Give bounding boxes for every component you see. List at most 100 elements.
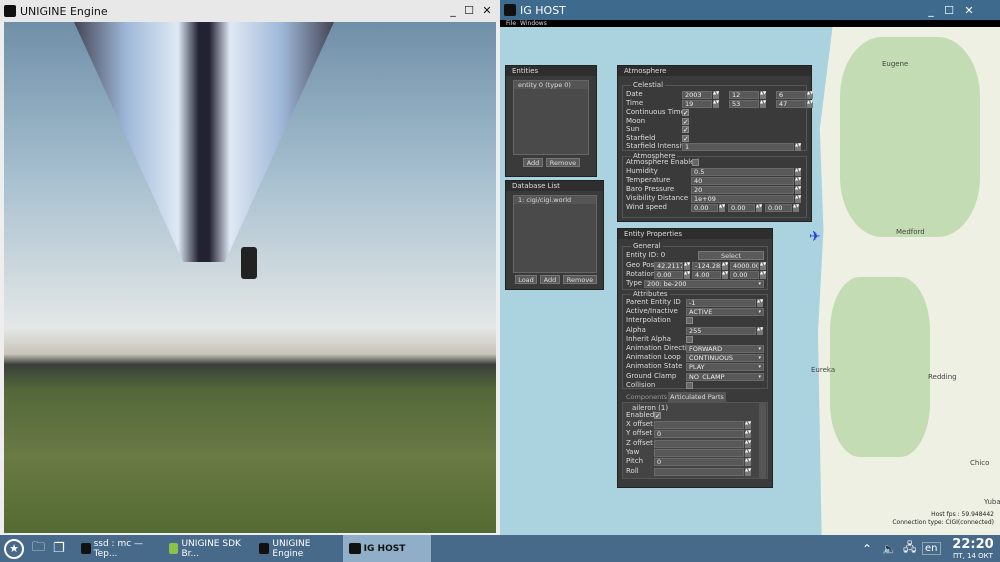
offset-field[interactable] [654,448,744,457]
starfield-intensity-field[interactable]: 1 [682,143,794,151]
offset-field[interactable] [654,421,744,429]
spinner-arrows[interactable]: ▲▼ [760,91,766,99]
spinner-arrows[interactable]: ▲▼ [684,271,690,279]
rotation-field[interactable]: 0.00 [730,271,759,279]
volume-icon[interactable]: 🔈 [882,542,897,556]
attribute-checkbox[interactable] [686,335,693,343]
date-field[interactable]: 6 [776,91,806,99]
menu-windows[interactable]: Windows [520,20,547,27]
spinner-arrows[interactable]: ▲▼ [719,204,725,212]
spinner-arrows[interactable]: ▲▼ [807,91,813,99]
menu-file[interactable]: File [506,20,516,27]
window-switcher-icon[interactable]: ❐ [53,541,65,556]
offset-field[interactable]: 0 [654,458,744,467]
tray-expand-icon[interactable]: ⌃ [862,542,872,556]
tab-articulated-parts[interactable]: Articulated Parts [668,392,726,402]
maximize-button[interactable]: ☐ [462,4,476,17]
clock[interactable]: 22:20 ПТ, 14 ОКТ [950,537,996,560]
spinner-arrows[interactable]: ▲▼ [745,421,751,429]
geo-pos-field[interactable]: 42.21178 [654,262,683,270]
keyboard-layout[interactable]: en [922,542,941,555]
maximize-button[interactable]: ☐ [942,4,956,17]
attribute-field[interactable]: -1 [686,299,756,307]
date-field[interactable]: 2003 [682,91,712,99]
list-item[interactable]: 1: cigi/cigi.world [514,196,596,204]
attribute-select[interactable]: PLAY ▾ [686,363,764,372]
add-database-button[interactable]: Add [540,275,560,284]
checkbox[interactable]: ✓ [682,109,689,117]
enabled-checkbox[interactable]: ✓ [654,412,661,420]
checkbox[interactable]: ✓ [682,126,689,134]
network-icon[interactable]: 🖧 [903,538,916,559]
scrollbar[interactable] [759,403,766,478]
spinner-arrows[interactable]: ▲▼ [722,262,728,270]
close-button[interactable]: ✕ [480,4,494,17]
time-field[interactable]: 19 [682,100,712,108]
time-field[interactable]: 47 [776,100,806,108]
spinner-arrows[interactable]: ▲▼ [757,326,763,335]
list-item[interactable]: entity 0 (type 0) [514,81,588,89]
attribute-select[interactable]: CONTINUOUS ▾ [686,354,764,363]
attribute-select[interactable]: ACTIVE ▾ [686,308,764,317]
close-button[interactable]: ✕ [962,4,976,17]
spinner-arrows[interactable]: ▲▼ [795,186,801,194]
database-list[interactable]: 1: cigi/cigi.world [513,195,597,273]
spinner-arrows[interactable]: ▲▼ [756,204,762,212]
app-launcher-icon[interactable]: ★ [4,538,24,559]
field-input[interactable]: 0.5 [691,168,794,176]
type-select[interactable]: 200: be-200 ▾ [644,280,764,288]
atmosphere-enabled-checkbox[interactable] [692,159,699,166]
geo-pos-field[interactable]: 4000.000 [730,262,759,270]
wind-speed-field[interactable]: 0.00 [765,204,792,212]
spinner-arrows[interactable]: ▲▼ [684,262,690,270]
rotation-field[interactable]: 0.00 [654,271,683,279]
spinner-arrows[interactable]: ▲▼ [760,271,766,279]
taskbar-item-ig-host[interactable]: IG HOST [342,535,431,562]
date-field[interactable]: 12 [729,91,759,99]
load-button[interactable]: Load [515,275,537,284]
field-input[interactable]: 40 [691,177,794,185]
offset-field[interactable]: 0 [654,430,744,439]
spinner-arrows[interactable]: ▲▼ [793,204,799,212]
checkbox[interactable]: ✓ [682,134,689,142]
taskbar-item-sdk-browser[interactable]: UNIGINE SDK Br... [163,535,253,562]
minimize-button[interactable]: _ [924,4,938,17]
attribute-checkbox[interactable] [686,381,693,389]
minimize-button[interactable]: _ [446,4,460,17]
spinner-arrows[interactable]: ▲▼ [795,177,801,185]
attribute-select[interactable]: NO_CLAMP ▾ [686,372,764,381]
time-field[interactable]: 53 [729,100,759,108]
spinner-arrows[interactable]: ▲▼ [745,448,751,457]
file-manager-icon[interactable]: 🗀 [32,538,45,560]
attribute-select[interactable]: FORWARD ▾ [686,345,764,353]
airplane-icon[interactable]: ✈ [809,229,821,245]
attribute-checkbox[interactable] [686,317,693,325]
remove-entity-button[interactable]: Remove [546,158,580,167]
spinner-arrows[interactable]: ▲▼ [795,143,801,151]
spinner-arrows[interactable]: ▲▼ [760,262,766,270]
remove-database-button[interactable]: Remove [563,275,597,284]
tab-components[interactable]: Components [624,392,669,402]
spinner-arrows[interactable]: ▲▼ [745,467,751,476]
taskbar-item-unigine-engine[interactable]: UNIGINE Engine [253,535,343,562]
3d-viewport[interactable] [4,22,496,533]
attribute-field[interactable]: 255 [686,326,756,335]
offset-field[interactable] [654,439,744,448]
spinner-arrows[interactable]: ▲▼ [745,458,751,467]
taskbar-item-terminal[interactable]: ssd : mc — Tep... [75,535,163,562]
wind-speed-field[interactable]: 0.00 [691,204,718,212]
spinner-arrows[interactable]: ▲▼ [795,168,801,176]
rotation-field[interactable]: 4.00 [692,271,721,279]
spinner-arrows[interactable]: ▲▼ [760,100,766,108]
field-input[interactable]: 1e+09 [691,195,794,203]
spinner-arrows[interactable]: ▲▼ [807,100,813,108]
add-entity-button[interactable]: Add [523,158,543,167]
spinner-arrows[interactable]: ▲▼ [795,195,801,203]
wind-speed-field[interactable]: 0.00 [728,204,755,212]
entities-list[interactable]: entity 0 (type 0) [513,80,589,155]
geo-pos-field[interactable]: -124.283 [692,262,721,270]
spinner-arrows[interactable]: ▲▼ [757,299,763,307]
offset-field[interactable] [654,467,744,476]
spinner-arrows[interactable]: ▲▼ [713,91,719,99]
spinner-arrows[interactable]: ▲▼ [745,439,751,448]
